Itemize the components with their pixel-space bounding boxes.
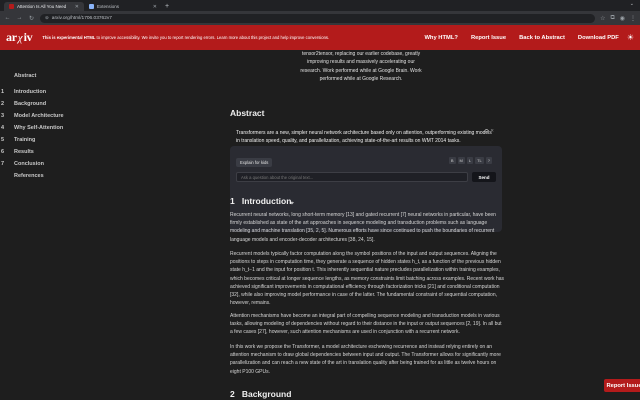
intro-paragraph-3: Attention mechanisms have become an inte… <box>230 313 502 336</box>
menu-dots-icon[interactable]: ⋮ <box>630 15 636 22</box>
author-footnote: tensor2tensor, replacing our earlier cod… <box>300 51 422 82</box>
window-controls-icon[interactable]: ⌄ <box>630 1 634 7</box>
arxiv-header: ar χ iv This is experimental HTML to impro… <box>0 25 640 50</box>
toc-item-training[interactable]: 5 Training <box>0 134 120 146</box>
toc-item-conclusion[interactable]: 7 Conclusion <box>0 158 120 170</box>
header-links: Why HTML? Report Issue Back to Abstract … <box>424 35 618 41</box>
new-tab-button[interactable]: + <box>165 2 169 11</box>
tab-extensions[interactable]: Extensions ✕ <box>84 2 162 11</box>
level-l-button[interactable]: L <box>466 157 474 164</box>
experimental-banner: This is experimental HTML to improve acc… <box>42 35 330 40</box>
back-to-abstract-link[interactable]: Back to Abstract <box>519 35 565 41</box>
explain-for-kids-button[interactable]: Explain for kids <box>236 158 273 167</box>
toc-item-why-self-attention[interactable]: 4 Why Self-Attention <box>0 122 120 134</box>
puzzle-favicon-icon <box>89 4 94 9</box>
bookmark-star-icon[interactable]: ☆ <box>600 15 605 22</box>
url-field[interactable]: ⊜ arxiv.org/html/1706.03762v7 <box>40 13 596 23</box>
extensions-icon[interactable]: ⧉ <box>610 15 614 22</box>
tab-title: Extensions <box>97 4 120 9</box>
intro-heading: 1 Introduction <box>230 196 292 206</box>
theme-toggle-icon[interactable]: ☀ <box>627 33 634 42</box>
site-info-icon[interactable]: ⊜ <box>45 15 49 21</box>
level-tl-button[interactable]: TL <box>475 157 484 164</box>
intro-paragraph-2: Recurrent models typically factor comput… <box>230 251 505 307</box>
level-m-button[interactable]: M <box>457 157 465 164</box>
about-project-link[interactable]: about this project <box>239 35 271 40</box>
url-text: arxiv.org/html/1706.03762v7 <box>51 15 112 21</box>
browser-tabstrip: Attention Is All You Need ✕ Extensions ✕… <box>0 0 640 11</box>
box-controls: ⧉ ✕ <box>485 128 494 134</box>
toc-item-background[interactable]: 2 Background <box>0 98 120 110</box>
profile-icon[interactable]: ◉ <box>620 15 625 22</box>
report-issue-floating-button[interactable]: Report Issue <box>604 379 640 392</box>
level-b-button[interactable]: B <box>448 157 456 164</box>
tab-attention[interactable]: Attention Is All You Need ✕ <box>4 2 84 11</box>
toc-item-introduction[interactable]: 1 Introduction <box>0 86 120 98</box>
close-tab-icon[interactable]: ✕ <box>153 4 157 10</box>
close-tab-icon[interactable]: ✕ <box>75 4 79 10</box>
question-input[interactable]: Ask a question about the original text..… <box>236 172 468 182</box>
table-of-contents: Abstract 1 Introduction 2 Background 3 Mode… <box>0 73 120 182</box>
back-arrow-icon[interactable]: ← <box>4 15 11 21</box>
mouse-cursor-icon: ⌖ <box>290 200 294 207</box>
download-pdf-link[interactable]: Download PDF <box>578 35 619 41</box>
reload-icon[interactable]: ↻ <box>28 15 35 22</box>
article-main: tensor2tensor, replacing our earlier cod… <box>230 50 510 399</box>
report-issue-link[interactable]: Report Issue <box>471 35 506 41</box>
intro-paragraph-1: Recurrent neural networks, long short-te… <box>230 212 496 243</box>
close-icon[interactable]: ✕ <box>490 128 494 134</box>
arxiv-logo[interactable]: ar χ iv <box>6 30 33 45</box>
send-button[interactable]: Send <box>472 172 496 182</box>
abstract-summary: Transformers are a new, simpler neural n… <box>236 130 492 144</box>
help-button[interactable]: ? <box>485 157 492 164</box>
intro-paragraph-4: In this work we propose the Transformer,… <box>230 344 501 375</box>
tab-title: Attention Is All You Need <box>17 4 67 9</box>
toc-item-model-architecture[interactable]: 3 Model Architecture <box>0 110 120 122</box>
copy-icon[interactable]: ⧉ <box>485 128 488 134</box>
toc-item-results[interactable]: 6 Results <box>0 146 120 158</box>
arxiv-favicon-icon <box>9 4 14 9</box>
forward-arrow-icon[interactable]: → <box>16 15 23 21</box>
reading-level-toolbar: B M L TL ? <box>448 157 492 164</box>
background-heading: 2 Background <box>230 389 292 399</box>
address-bar: ← → ↻ ⊜ arxiv.org/html/1706.03762v7 ☆ ⧉ … <box>0 11 640 25</box>
toc-abstract[interactable]: Abstract <box>0 73 120 79</box>
help-improve-link[interactable]: help improve conversions. <box>281 35 330 40</box>
abstract-heading: Abstract <box>230 108 265 118</box>
why-html-link[interactable]: Why HTML? <box>424 35 458 41</box>
toc-item-references[interactable]: References <box>0 170 120 182</box>
